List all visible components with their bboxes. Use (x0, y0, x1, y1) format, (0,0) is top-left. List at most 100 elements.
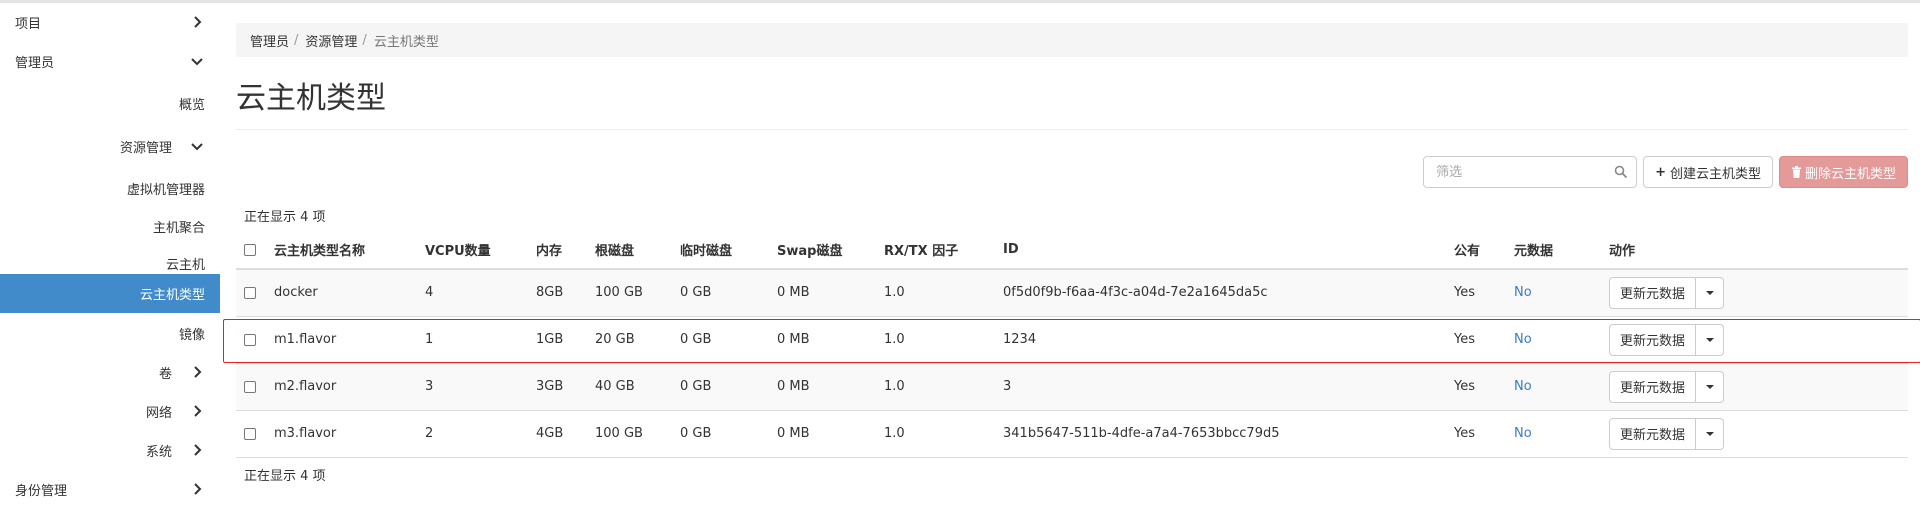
sidebar-item-label: 管理员 (15, 55, 55, 71)
cell-swap-disk: 0 MB (769, 362, 876, 410)
table-header-row: 云主机类型名称 VCPU数量 内存 根磁盘 临时磁盘 Swap磁盘 RX/TX … (236, 231, 1908, 270)
cell-ephemeral-disk: 0 GB (672, 409, 769, 458)
chevron-right-icon (194, 366, 202, 378)
row-checkbox[interactable] (244, 286, 256, 299)
cell-ram: 1GB (528, 315, 587, 363)
metadata-link[interactable]: No (1514, 332, 1532, 347)
table-row: m3.flavor 2 4GB 100 GB 0 GB 0 MB 1.0 341… (236, 409, 1908, 458)
sidebar-item-label: 云主机 (165, 257, 205, 273)
column-header[interactable]: 云主机类型名称 (266, 231, 417, 270)
breadcrumb-separator: / (362, 32, 367, 48)
cell-ephemeral-disk: 0 GB (672, 315, 769, 363)
actions-dropdown-toggle[interactable] (1696, 323, 1725, 356)
select-all-checkbox[interactable] (244, 243, 256, 256)
sidebar-item-flavors[interactable]: 云主机类型 (0, 274, 220, 313)
column-header[interactable]: ID (995, 231, 1446, 270)
update-metadata-button[interactable]: 更新元数据 (1609, 370, 1697, 403)
sidebar-item-project[interactable]: 项目 (0, 3, 220, 41)
sidebar-item-resource-management[interactable]: 资源管理 (0, 127, 220, 165)
update-metadata-button[interactable]: 更新元数据 (1609, 417, 1697, 450)
row-checkbox[interactable] (244, 333, 256, 346)
metadata-link[interactable]: No (1514, 379, 1532, 394)
metadata-link[interactable]: No (1514, 285, 1532, 300)
metadata-link[interactable]: No (1514, 426, 1532, 441)
sidebar-item-label: 镜像 (178, 327, 205, 343)
cell-vcpus: 4 (417, 268, 528, 316)
column-header[interactable]: 根磁盘 (587, 231, 672, 270)
sidebar-item-system[interactable]: 系统 (0, 431, 220, 469)
caret-down-icon (1705, 290, 1714, 295)
cell-name: m2.flavor (266, 362, 417, 410)
actions-dropdown-toggle[interactable] (1696, 370, 1725, 403)
update-metadata-button[interactable]: 更新元数据 (1609, 276, 1697, 309)
table-row: m2.flavor 3 3GB 40 GB 0 GB 0 MB 1.0 3 Ye… (236, 362, 1908, 410)
sidebar-item-label: 项目 (15, 16, 42, 32)
sidebar-item-images[interactable]: 镜像 (0, 314, 220, 352)
column-header[interactable]: VCPU数量 (417, 231, 528, 270)
cell-id: 0f5d0f9b-f6aa-4f3c-a04d-7e2a1645da5c (995, 268, 1446, 316)
column-header[interactable]: 公有 (1446, 231, 1506, 270)
cell-name: m1.flavor (266, 315, 417, 363)
filter-field (1423, 156, 1638, 188)
cell-public: Yes (1446, 409, 1506, 458)
sidebar-item-network[interactable]: 网络 (0, 392, 220, 430)
sidebar-item-overview[interactable]: 概览 (0, 84, 220, 122)
actions-dropdown-toggle[interactable] (1696, 417, 1725, 450)
breadcrumb: 管理员 / 资源管理 / 云主机类型 (236, 23, 1908, 57)
cell-vcpus: 2 (417, 409, 528, 458)
cell-swap-disk: 0 MB (769, 315, 876, 363)
cell-ram: 3GB (528, 362, 587, 410)
sidebar-item-host-aggregates[interactable]: 主机聚合 (0, 207, 220, 245)
sidebar-item-label: 虚拟机管理器 (126, 182, 205, 198)
chevron-right-icon (194, 483, 202, 495)
delete-flavor-label: 删除云主机类型 (1804, 166, 1896, 182)
row-checkbox[interactable] (244, 380, 256, 393)
page-title: 云主机类型 (236, 81, 386, 116)
cell-rxtx-factor: 1.0 (876, 409, 995, 458)
cell-rxtx-factor: 1.0 (876, 315, 995, 363)
cell-rxtx-factor: 1.0 (876, 362, 995, 410)
search-icon[interactable] (1614, 165, 1628, 179)
row-actions: 更新元数据 (1609, 323, 1725, 356)
update-metadata-button[interactable]: 更新元数据 (1609, 323, 1697, 356)
item-count-footer: 正在显示 4 项 (244, 469, 326, 484)
sidebar-item-label: 网络 (145, 405, 172, 421)
caret-down-icon (1705, 431, 1714, 436)
sidebar-item-label: 云主机类型 (139, 288, 205, 303)
cell-vcpus: 3 (417, 362, 528, 410)
cell-id: 341b5647-511b-4dfe-a7a4-7653bbcc79d5 (995, 409, 1446, 458)
chevron-right-icon (194, 16, 202, 28)
breadcrumb-item-admin[interactable]: 管理员 (250, 31, 289, 50)
main-content: 管理员 / 资源管理 / 云主机类型 云主机类型 + 创建云主机类型 删除云主机… (236, 3, 1908, 532)
cell-id: 1234 (995, 315, 1446, 363)
item-count: 正在显示 4 项 (244, 210, 326, 225)
filter-input[interactable] (1424, 157, 1637, 187)
breadcrumb-item-resource-management[interactable]: 资源管理 (305, 31, 357, 50)
breadcrumb-item-current: 云主机类型 (373, 34, 439, 50)
column-header[interactable]: RX/TX 因子 (876, 231, 995, 270)
column-header[interactable]: 临时磁盘 (672, 231, 769, 270)
sidebar-item-volumes[interactable]: 卷 (0, 353, 220, 391)
sidebar-item-label: 卷 (158, 366, 172, 382)
cell-name: docker (266, 268, 417, 316)
cell-ram: 8GB (528, 268, 587, 316)
delete-flavor-button[interactable]: 删除云主机类型 (1778, 156, 1908, 188)
create-flavor-button[interactable]: + 创建云主机类型 (1643, 156, 1773, 188)
cell-vcpus: 1 (417, 315, 528, 363)
create-flavor-label: 创建云主机类型 (1669, 166, 1761, 182)
sidebar-item-admin[interactable]: 管理员 (0, 42, 220, 80)
sidebar-item-hypervisors[interactable]: 虚拟机管理器 (0, 169, 220, 207)
chevron-down-icon (191, 143, 203, 151)
divider (236, 129, 1908, 130)
actions-dropdown-toggle[interactable] (1696, 276, 1725, 309)
column-header[interactable]: 元数据 (1506, 231, 1601, 270)
column-header: 动作 (1601, 231, 1908, 270)
sidebar-item-identity[interactable]: 身份管理 (0, 470, 220, 508)
row-actions: 更新元数据 (1609, 276, 1725, 309)
column-header[interactable]: Swap磁盘 (769, 231, 876, 270)
column-header[interactable]: 内存 (528, 231, 587, 270)
table-row: m1.flavor 1 1GB 20 GB 0 GB 0 MB 1.0 1234… (236, 315, 1908, 363)
cell-id: 3 (995, 362, 1446, 410)
row-checkbox[interactable] (244, 427, 256, 440)
chevron-down-icon (191, 58, 203, 66)
